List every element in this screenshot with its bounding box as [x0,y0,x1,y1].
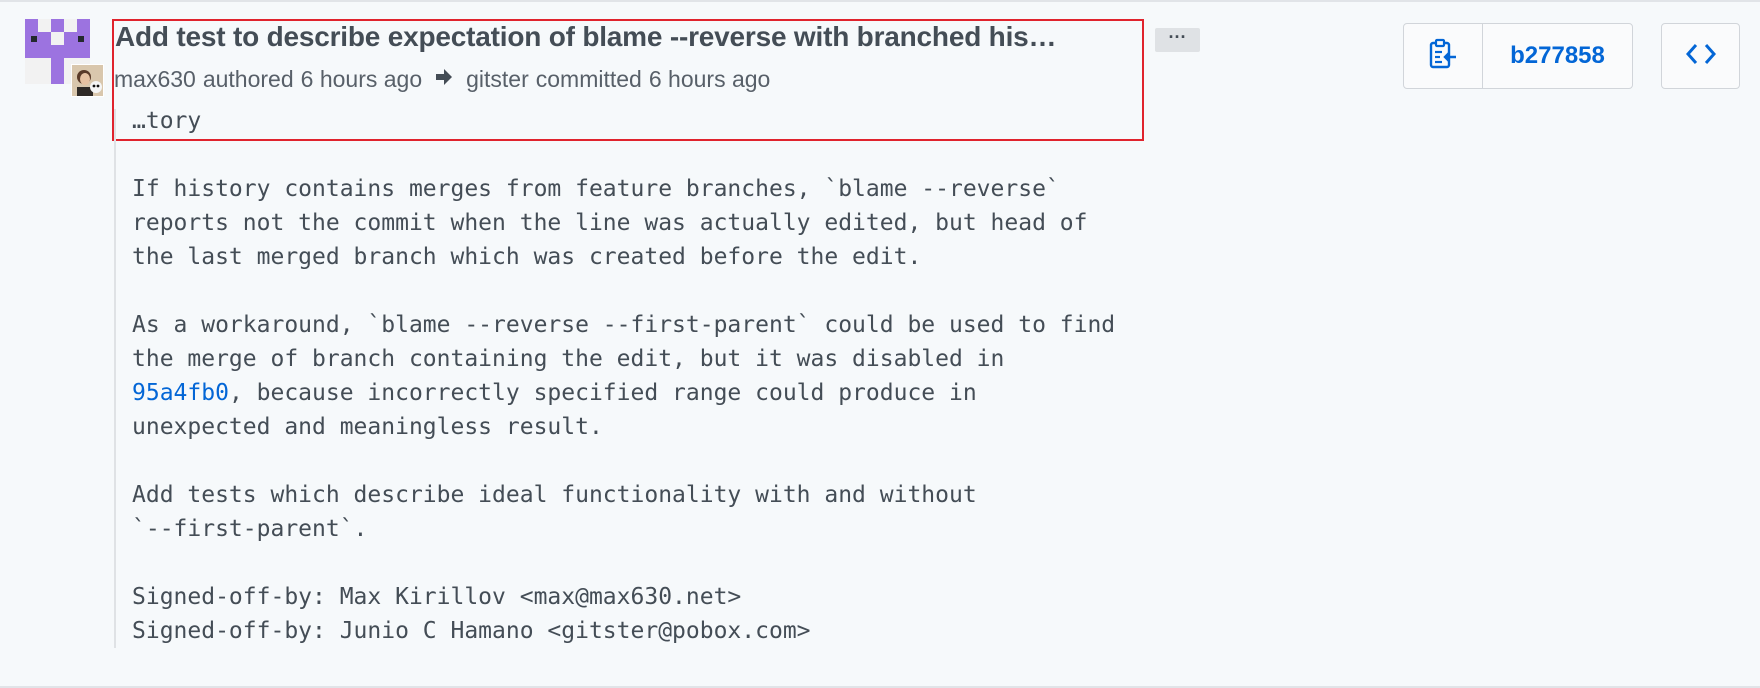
commit-message-body: …tory If history contains merges from fe… [132,104,1115,648]
message-border [114,109,116,648]
message-line: Signed-off-by: Junio C Hamano <gitster@p… [132,618,811,644]
message-line: reports not the commit when the line was… [132,210,1088,236]
author-link[interactable]: max630 [114,66,196,93]
message-line: …tory [132,108,202,134]
committer-avatar[interactable] [71,64,104,97]
message-line: unexpected and meaningless result. [132,414,603,440]
browse-repo-button[interactable] [1661,23,1740,89]
commit-sha-button[interactable]: b277858 [1483,24,1632,88]
message-line: Signed-off-by: Max Kirillov <max@max630.… [132,584,742,610]
clippy-icon [1428,38,1458,75]
message-line: the merge of branch containing the edit,… [132,346,1005,372]
message-line: As a workaround, `blame --reverse --firs… [132,312,1116,338]
authored-label: authored [202,66,294,92]
committer-link[interactable]: gitster [466,66,529,93]
top-divider [0,0,1760,2]
committed-time: 6 hours ago [648,66,771,92]
expand-message-button[interactable]: ··· [1155,28,1200,52]
arrow-right-icon [434,66,454,93]
commit-title[interactable]: Add test to describe expectation of blam… [115,21,1138,53]
code-icon [1685,42,1716,71]
committer-photo [72,65,103,96]
commit-row: Add test to describe expectation of blam… [0,0,1760,688]
message-line: `--first-parent`. [132,516,368,542]
commit-meta: max630 authored 6 hours ago gitster comm… [114,66,770,93]
message-line: Add tests which describe ideal functiona… [132,482,977,508]
authored-time: 6 hours ago [300,66,423,92]
committed-label: committed [535,66,642,92]
commit-links-group: b277858 [1403,23,1633,89]
message-line: the last merged branch which was created… [132,244,922,270]
message-line: , because incorrectly specified range co… [228,380,977,406]
message-line: If history contains merges from feature … [132,176,1060,202]
copy-sha-button[interactable] [1404,24,1483,88]
commit-sha-link[interactable]: 95a4fb0 [132,380,229,406]
